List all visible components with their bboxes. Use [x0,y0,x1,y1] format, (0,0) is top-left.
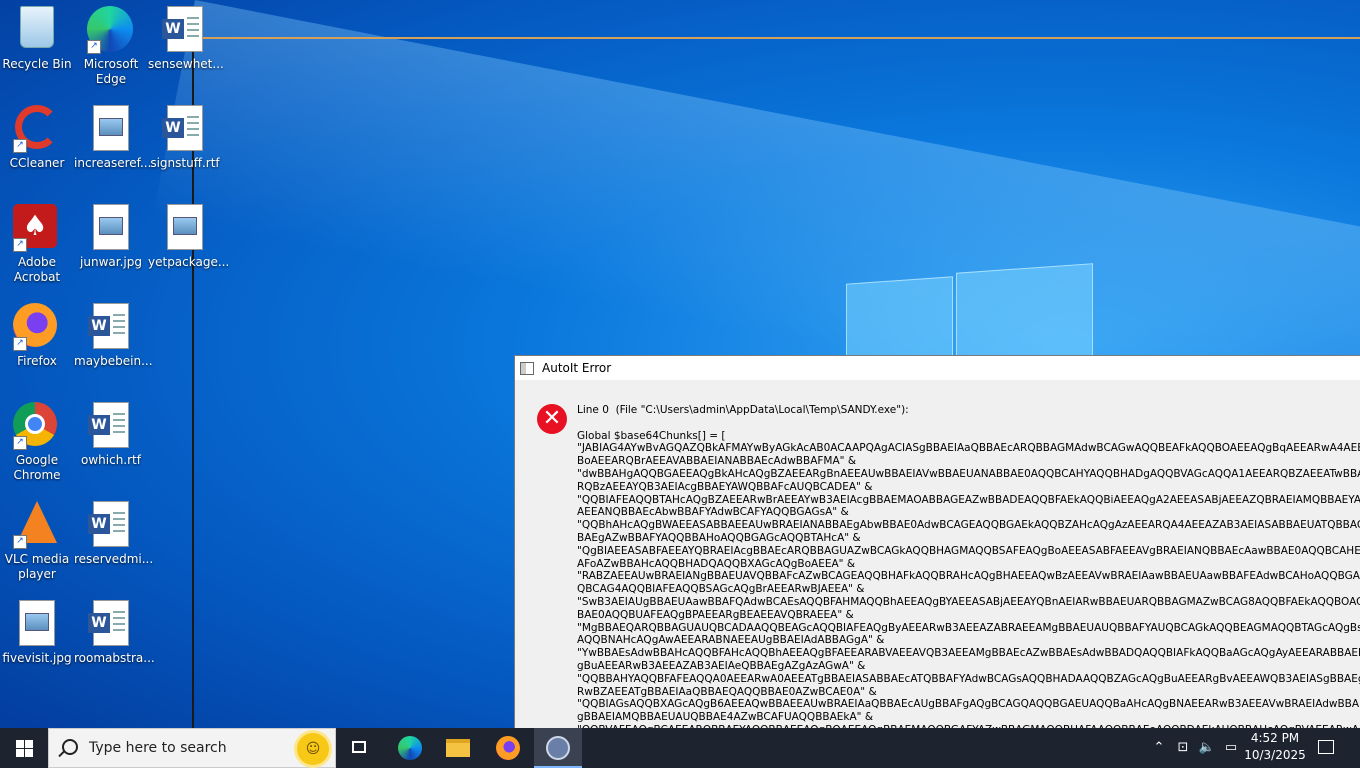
word-doc-icon: W [87,303,135,351]
clock-date: 10/3/2025 [1244,748,1306,762]
wallpaper-windows-logo-pane [956,263,1093,367]
word-doc-icon: W [87,501,135,549]
desktop-icon-label: Adobe Acrobat [13,255,61,284]
desktop-icon-label: Google Chrome [13,453,61,482]
search-placeholder: Type here to search [89,740,227,756]
image-file-icon [13,600,61,648]
desktop-icon-label: maybebein... [74,354,153,368]
desktop-icon-adobe-acrobat[interactable]: ♠ ↗ Adobe Acrobat [0,198,74,285]
desktop-icon-firefox[interactable]: ↗ Firefox [0,297,74,369]
edge-icon: ↗ [87,6,135,54]
clock-time: 4:52 PM [1250,731,1300,745]
wallpaper-windows-logo-pane [846,276,953,366]
desktop-icon-label: VLC media player [4,552,70,581]
tray-meet-icon[interactable]: ⊡ [1174,728,1192,768]
desktop-icon-sensewhet[interactable]: W sensewhet... [148,0,224,72]
desktop-icon-label: roomabstra... [74,651,155,665]
tray-volume-icon[interactable]: 🔈 [1197,728,1217,768]
word-doc-icon: W [87,402,135,450]
taskbar-task-view[interactable] [336,728,384,768]
desktop-icon-yetpackage[interactable]: yetpackage... [148,198,230,270]
desktop-icon-label: CCleaner [9,156,65,170]
desktop-icon-recycle-bin[interactable]: Recycle Bin [0,0,74,72]
ccleaner-icon: ↗ [13,105,61,153]
task-view-icon [352,741,366,753]
taskbar-autoit[interactable] [534,728,582,768]
image-file-icon [87,204,135,252]
word-doc-icon: W [161,105,209,153]
desktop-icon-signstuff[interactable]: W signstuff.rtf [148,99,222,171]
taskbar-firefox[interactable] [484,728,532,768]
firefox-icon [496,736,520,760]
chrome-icon: ↗ [13,402,61,450]
desktop-icon-vlc-media-player[interactable]: ↗ VLC media player [0,495,74,582]
weather-sun-icon[interactable]: ☺ [297,733,329,765]
windows-logo-icon [16,749,24,757]
desktop-icon-label: owhich.rtf [81,453,141,467]
desktop-icon-label: increaseref... [74,156,152,170]
desktop-icon-label: signstuff.rtf [150,156,220,170]
folder-icon [446,739,470,757]
taskbar-file-explorer[interactable] [434,728,482,768]
word-doc-icon: W [161,6,209,54]
start-button[interactable] [0,728,48,768]
acrobat-icon: ♠ ↗ [13,204,61,252]
tray-network-icon[interactable]: ▭ [1222,728,1240,768]
taskbar-search-box[interactable]: Type here to search ☺ [48,728,336,768]
error-icon: ✕ [537,404,567,434]
notification-icon[interactable] [1318,740,1334,754]
desktop-icon-label: Microsoft Edge [83,57,139,86]
windows-logo-icon [25,749,33,757]
desktop-icon-google-chrome[interactable]: ↗ Google Chrome [0,396,74,483]
autoit-error-dialog[interactable]: AutoIt Error ✕ Line 0 (File "C:\Users\ad… [514,355,1360,762]
taskbar: Type here to search ☺ ⌃ ⊡ 🔈 ▭ 4:52 PM 10… [0,728,1360,768]
firefox-icon: ↗ [13,303,61,351]
desktop-icon-junwar[interactable]: junwar.jpg [74,198,148,270]
recycle-bin-icon [13,6,61,54]
desktop-icon-label: fivevisit.jpg [2,651,72,665]
desktop-icon-maybebein[interactable]: W maybebein... [74,297,153,369]
dialog-titlebar[interactable]: AutoIt Error [515,356,1360,380]
desktop-icon-increaseref[interactable]: increaseref... [74,99,152,171]
dialog-title: AutoIt Error [542,361,612,375]
autoit-icon [546,736,570,760]
image-file-icon [161,204,209,252]
edge-icon [398,736,422,760]
desktop-icon-microsoft-edge[interactable]: ↗ Microsoft Edge [74,0,148,87]
desktop-icon-label: Firefox [17,354,57,368]
vlc-icon: ↗ [13,501,61,549]
taskbar-edge[interactable] [386,728,434,768]
tray-show-hidden-icon[interactable]: ⌃ [1150,728,1168,768]
image-file-icon [87,105,135,153]
desktop-icon-label: reservedmi... [74,552,154,566]
screen-guide-line-horizontal [193,37,1360,39]
desktop-icon-ccleaner[interactable]: ↗ CCleaner [0,99,74,171]
desktop-icon-reservedmi[interactable]: W reservedmi... [74,495,154,567]
desktop-icon-label: sensewhet... [148,57,224,71]
error-message: Line 0 (File "C:\Users\admin\AppData\Loc… [577,404,1360,762]
desktop-icon-roomabstra[interactable]: W roomabstra... [74,594,155,666]
autoit-window-icon [520,361,534,375]
windows-logo-icon [16,740,24,748]
desktop-icon-label: yetpackage... [148,255,230,269]
word-doc-icon: W [87,600,135,648]
desktop-icon-label: junwar.jpg [80,255,142,269]
desktop-icon-owhich[interactable]: W owhich.rtf [74,396,148,468]
taskbar-clock[interactable]: 4:52 PM 10/3/2025 [1240,730,1310,764]
desktop-icon-fivevisit[interactable]: fivevisit.jpg [0,594,74,666]
search-icon [62,739,78,755]
windows-logo-icon [25,740,33,748]
desktop-icon-label: Recycle Bin [2,57,72,71]
